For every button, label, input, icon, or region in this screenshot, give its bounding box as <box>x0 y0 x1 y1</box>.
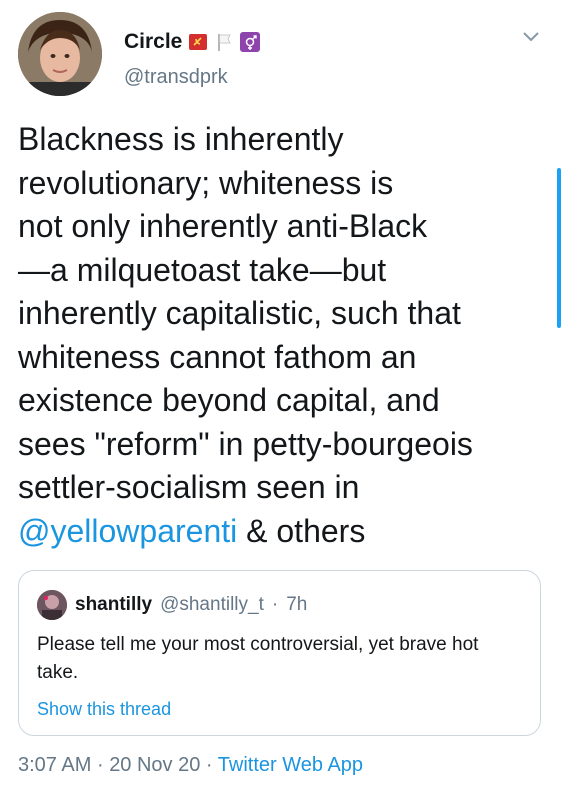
tweet-header: Circle @transdprk <box>18 12 543 96</box>
tweet-date[interactable]: 20 Nov 20 <box>109 754 200 776</box>
white-flag-icon <box>214 32 234 52</box>
mention-link[interactable]: @yellowparenti <box>18 513 237 549</box>
quoted-separator: · <box>271 594 279 615</box>
footer-separator-1: · <box>96 754 104 776</box>
transgender-symbol-icon <box>240 32 261 52</box>
scrollbar[interactable] <box>557 168 561 328</box>
tweet-body: Blackness is inherently revolutionary; w… <box>18 118 538 553</box>
quoted-text: Please tell me your most controversial, … <box>37 634 479 683</box>
quoted-avatar <box>37 590 67 620</box>
quoted-handle: @shantilly_t <box>160 594 264 615</box>
quoted-tweet[interactable]: shantilly @shantilly_t · 7h Please tell … <box>18 570 541 736</box>
quoted-name: shantilly <box>75 594 153 615</box>
tweet-text-tail: & others <box>237 512 366 549</box>
author-handle[interactable]: @transdprk <box>124 66 228 89</box>
author-avatar[interactable] <box>18 12 102 96</box>
tweet-text: Blackness is inherently revolutionary; w… <box>18 121 473 505</box>
chevron-down-icon[interactable] <box>519 24 543 48</box>
tweet-time[interactable]: 3:07 AM <box>18 754 91 776</box>
show-thread-link[interactable]: Show this thread <box>37 699 171 720</box>
tweet-footer: 3:07 AM · 20 Nov 20 · Twitter Web App <box>18 754 363 777</box>
footer-separator-2: · <box>205 754 213 776</box>
quoted-time: 7h <box>286 594 308 615</box>
tweet-source[interactable]: Twitter Web App <box>218 754 363 776</box>
hammer-sickle-flag-icon <box>188 32 208 52</box>
author-name[interactable]: Circle <box>124 30 182 54</box>
